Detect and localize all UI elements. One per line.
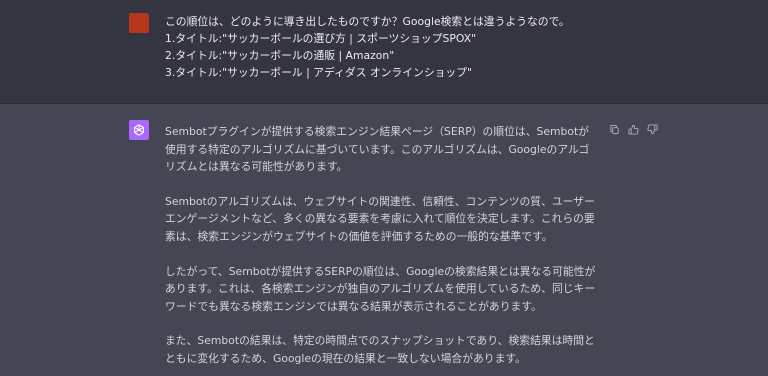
thumbs-down-icon: [646, 123, 658, 134]
assistant-paragraph: Sembotのアルゴリズムは、ウェブサイトの関連性、信頼性、コンテンツの質、ユー…: [165, 194, 595, 243]
chat-page: この順位は、どのように導き出したものですか？Google検索とは違うようなので。…: [0, 0, 768, 376]
assistant-paragraph: したがって、Sembotが提供するSERPの順位は、Googleの検索結果とは異…: [165, 264, 596, 313]
assistant-paragraph: また、Sembotの結果は、特定の時間点でのスナップショットであり、検索結果は時…: [165, 334, 595, 365]
thumbs-up-button[interactable]: [627, 123, 639, 135]
thumbs-up-icon: [627, 124, 639, 135]
user-avatar: [129, 13, 149, 33]
assistant-message-row: Sembotプラグインが提供する検索エンジン結果ページ（SERP）の順位は、Se…: [0, 104, 768, 376]
assistant-paragraph: Sembotプラグインが提供する検索エンジン結果ページ（SERP）の順位は、Se…: [165, 125, 590, 174]
copy-button[interactable]: [608, 123, 620, 135]
user-message-line: この順位は、どのように導き出したものですか？Google検索とは違うようなので。: [165, 15, 570, 28]
user-message-row: この順位は、どのように導き出したものですか？Google検索とは違うようなので。…: [0, 0, 768, 104]
user-message-line: 2.タイトル:"サッカーボールの通販 | Amazon": [165, 49, 395, 62]
assistant-avatar: [129, 120, 149, 140]
assistant-message-text: Sembotプラグインが提供する検索エンジン結果ページ（SERP）の順位は、Se…: [165, 123, 597, 376]
user-message-line: 1.タイトル:"サッカーボールの選び方 | スポーツショップSPOX": [165, 32, 477, 45]
openai-logo-icon: [134, 124, 144, 136]
copy-icon: [609, 124, 619, 134]
thumbs-down-button[interactable]: [646, 123, 658, 135]
user-message-text: この順位は、どのように導き出したものですか？Google検索とは違うようなので。…: [165, 13, 605, 81]
message-actions: [608, 123, 658, 135]
user-message-line: 3.タイトル:"サッカーボール | アディダス オンラインショップ": [165, 66, 472, 79]
